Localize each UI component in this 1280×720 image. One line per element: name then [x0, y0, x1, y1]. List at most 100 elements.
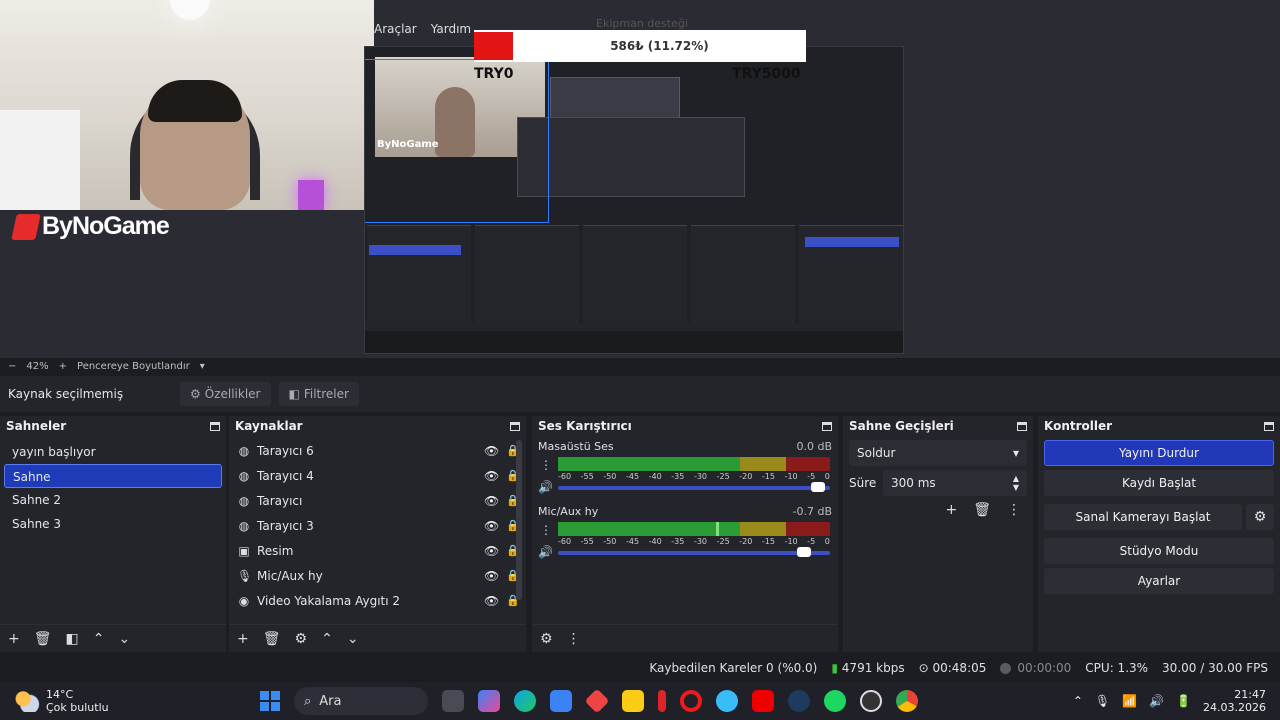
- undock-icon[interactable]: [210, 421, 220, 431]
- source-item[interactable]: ◍ Tarayıcı 3 👁 🔒: [229, 513, 526, 538]
- gear-icon[interactable]: ⚙: [295, 631, 308, 647]
- stream-icon: ⊙: [918, 661, 929, 675]
- source-item[interactable]: ▣ Resim 👁 🔒: [229, 538, 526, 563]
- preview-canvas[interactable]: ByNoGame Araçlar Yardım ByNoGame Ekipman…: [0, 0, 1280, 358]
- eye-icon[interactable]: 👁: [484, 569, 500, 583]
- more-icon[interactable]: ⋮: [567, 631, 581, 647]
- start-recording-button[interactable]: Kaydı Başlat: [1044, 470, 1274, 496]
- clock[interactable]: 21:47 24.03.2026: [1203, 688, 1266, 714]
- eye-icon[interactable]: 👁: [484, 444, 500, 458]
- spotify-icon[interactable]: [824, 690, 846, 712]
- scene-item[interactable]: Sahne 2: [4, 488, 222, 512]
- gear-icon[interactable]: ⚙: [540, 631, 553, 647]
- chevron-down-icon[interactable]: ⌄: [118, 631, 130, 647]
- sources-scrollbar[interactable]: [516, 440, 522, 600]
- properties-button[interactable]: ⚙ Özellikler: [180, 382, 271, 406]
- menu-tools: Araçlar: [374, 22, 417, 36]
- start-virtualcam-button[interactable]: Sanal Kamerayı Başlat: [1044, 504, 1242, 530]
- meter-ticks: -60 -55 -50 -45 -40 -35 -30 -25 -20 -15 -10 -5 0: [558, 537, 830, 546]
- opera-icon[interactable]: [680, 690, 702, 712]
- search-icon: ⌕: [304, 693, 312, 709]
- eye-icon[interactable]: 👁: [484, 594, 500, 608]
- status-bar: Kaybedilen Kareler 0 (%0.0) ▮ 4791 kbps …: [0, 656, 1280, 680]
- source-item[interactable]: 🎙 Mic/Aux hy 👁 🔒: [229, 563, 526, 588]
- undock-icon[interactable]: [1264, 421, 1274, 431]
- microphone-icon[interactable]: 🎙: [1095, 694, 1110, 708]
- undock-icon[interactable]: [1017, 421, 1027, 431]
- edge-icon[interactable]: [514, 690, 536, 712]
- fps: 30.00 / 30.00 FPS: [1162, 661, 1268, 675]
- volume-icon[interactable]: 🔊: [1149, 694, 1164, 708]
- add-icon[interactable]: +: [237, 631, 249, 647]
- copilot-icon[interactable]: [478, 690, 500, 712]
- red-app-icon[interactable]: [584, 688, 610, 714]
- donation-text: 586₺ (11.72%): [610, 39, 709, 53]
- volume-slider[interactable]: [558, 482, 830, 492]
- chrome-alt-icon[interactable]: [716, 690, 738, 712]
- eye-icon[interactable]: 👁: [484, 494, 500, 508]
- source-item[interactable]: ◍ Tarayıcı 4 👁 🔒: [229, 463, 526, 488]
- studio-mode-button[interactable]: Stüdyo Modu: [1044, 538, 1274, 564]
- meter-ticks: -60 -55 -50 -45 -40 -35 -30 -25 -20 -15 -10 -5 0: [558, 472, 830, 481]
- more-icon[interactable]: ⋮: [540, 458, 552, 472]
- gear-icon[interactable]: ⚙: [1246, 504, 1274, 530]
- rec-time: 00:00:00: [1017, 661, 1072, 675]
- stop-stream-button[interactable]: Yayını Durdur: [1044, 440, 1274, 466]
- filter-icon[interactable]: ◧: [66, 631, 79, 647]
- gear-icon: ⚙: [190, 387, 201, 401]
- settings-button[interactable]: Ayarlar: [1044, 568, 1274, 594]
- undock-icon[interactable]: [510, 421, 520, 431]
- file-explorer-icon[interactable]: [442, 690, 464, 712]
- trash-icon[interactable]: 🗑: [263, 631, 281, 647]
- eye-icon[interactable]: 👁: [484, 519, 500, 533]
- zoom-out-button[interactable]: −: [8, 361, 16, 372]
- taskbar-search[interactable]: ⌕ Ara: [294, 687, 428, 715]
- source-item[interactable]: ◍ Tarayıcı 👁 🔒: [229, 488, 526, 513]
- wifi-icon[interactable]: 📶: [1122, 694, 1137, 708]
- red-app-2-icon[interactable]: [658, 690, 666, 712]
- weather-icon: [14, 690, 40, 712]
- chevron-down-icon[interactable]: ▾: [200, 361, 205, 372]
- slider-handle[interactable]: [810, 482, 825, 492]
- undock-icon[interactable]: [822, 421, 832, 431]
- chrome-icon[interactable]: [896, 690, 918, 712]
- slider-handle[interactable]: [796, 547, 811, 557]
- youtube-icon[interactable]: [752, 690, 774, 712]
- volume-slider[interactable]: [558, 547, 830, 557]
- weather-widget[interactable]: 14°C Çok bulutlu: [0, 688, 260, 714]
- scene-item[interactable]: Sahne 3: [4, 512, 222, 536]
- more-icon[interactable]: ⋮: [540, 523, 552, 537]
- steam-icon[interactable]: [788, 690, 810, 712]
- spinner-icon[interactable]: ▲ ▼: [1013, 474, 1019, 492]
- filters-button[interactable]: ◧ Filtreler: [278, 382, 359, 406]
- chevron-down-icon[interactable]: ⌄: [347, 631, 359, 647]
- globe-icon: ◍: [238, 518, 250, 533]
- more-icon[interactable]: ⋮: [1007, 502, 1021, 518]
- store-icon[interactable]: [550, 690, 572, 712]
- eye-icon[interactable]: 👁: [484, 469, 500, 483]
- zoom-in-button[interactable]: +: [59, 361, 67, 372]
- folder-icon[interactable]: [622, 690, 644, 712]
- obs-icon[interactable]: [860, 690, 882, 712]
- source-item[interactable]: ◍ Tarayıcı 6 👁 🔒: [229, 438, 526, 463]
- trash-icon[interactable]: 🗑: [34, 631, 52, 647]
- mixer-title: Ses Karıştırıcı: [538, 419, 632, 433]
- add-icon[interactable]: +: [8, 631, 20, 647]
- add-icon[interactable]: +: [945, 502, 957, 518]
- battery-icon[interactable]: 🔋: [1176, 694, 1191, 708]
- fit-to-window[interactable]: Pencereye Boyutlandır: [77, 361, 190, 372]
- trash-icon[interactable]: 🗑: [973, 502, 991, 518]
- speaker-icon[interactable]: 🔊: [538, 545, 553, 559]
- goal-min: TRY0: [474, 66, 514, 82]
- windows-start-icon[interactable]: [260, 691, 280, 711]
- scene-item[interactable]: yayın başlıyor: [4, 440, 222, 464]
- chevron-up-icon[interactable]: ⌃: [93, 631, 105, 647]
- source-item[interactable]: ◉ Video Yakalama Aygıtı 2 👁 🔒: [229, 588, 526, 613]
- transition-select[interactable]: Soldur ▾: [849, 440, 1027, 466]
- eye-icon[interactable]: 👁: [484, 544, 500, 558]
- tray-chevron-up-icon[interactable]: ⌃: [1073, 694, 1083, 708]
- speaker-icon[interactable]: 🔊: [538, 480, 553, 494]
- scene-item-selected[interactable]: Sahne: [4, 464, 222, 488]
- duration-input[interactable]: 300 ms ▲ ▼: [883, 470, 1027, 496]
- chevron-up-icon[interactable]: ⌃: [321, 631, 333, 647]
